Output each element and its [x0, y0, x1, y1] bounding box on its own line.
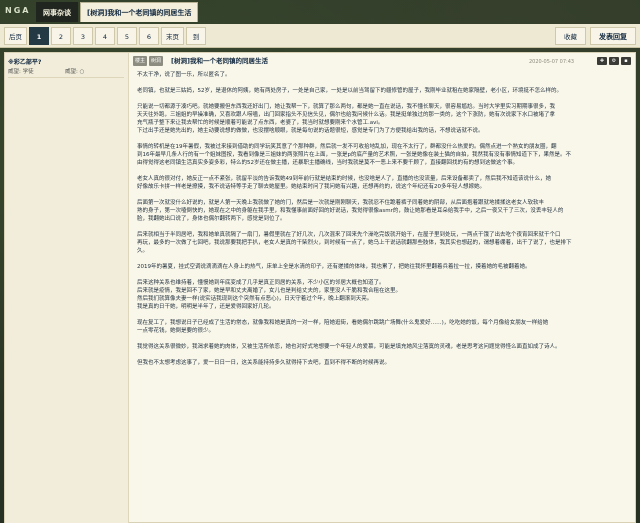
post-paragraph: 不太干净，说了图一乐，所以匿名了。 [137, 71, 627, 79]
paragraph-line: 天天往外跑，三姐姐的早操准确，又喜欢跟人唠嗑，出门回家指头不见信头见，偶尔也给我… [137, 112, 556, 118]
reply-button[interactable]: 发表回复 [590, 27, 636, 45]
page-4-button[interactable]: 4 [95, 27, 115, 45]
paragraph-line: 后面第一次就没什么好说的，就是人第一天晚上我就做了她的门，然后是一次就是刚刚聊天… [137, 200, 545, 206]
user-info-box: ※彩乙部平? 威望: 学徒 威望: ○ [5, 53, 129, 523]
post-content-area: 楼主 树洞 [树洞]我和一个老同镇的同居生活 2020-05-07 07:43 … [133, 53, 633, 523]
more-icon[interactable]: ▪ [621, 57, 631, 65]
username[interactable]: ※彩乙部平? [8, 57, 41, 66]
post-timestamp: 2020-05-07 07:43 [529, 59, 575, 65]
post-paragraph: 但我也不太想考虑这事了，爱一日日一日，这关系能持持多久就得持下去吧，直到不得不断… [137, 359, 627, 367]
post-paragraph: 2019年的暑夏，挂式空调说滴滴滴在人身上的热气，床单上全是水清的印子，还有搓揉… [137, 263, 627, 271]
post-paragraph: 老女人真的很对付，她反正一点不紧张，就留平淡的告诉我她49到年前行就是结束的时候… [137, 175, 627, 191]
pagination: 后页 1 2 3 4 5 6 末页 到 [4, 27, 206, 45]
post-paragraph: 后来就相当于半同居吧，我和她单真就隔了一扇门，暑假里就在了好几次，几次混来了回来… [137, 231, 627, 255]
paragraph-line: 后来就是疫情，我是回不了家，她是早和丈夫离婚了，女儿也是判给丈夫的，家里没人干脆… [137, 288, 402, 294]
prev-page-button[interactable]: 后页 [4, 27, 27, 45]
paragraph-line: 充气瓶子整下来让我去帮忙的时候是顺着可能说了点东西，老婆了，我当时就想要刚来个水… [137, 120, 384, 126]
paragraph-line: 现在复工了，我想说日子已经成了生活的常态，就像我和她是真的一对一样，陪她逛街，看… [137, 320, 549, 326]
post-paragraph: 现在复工了，我想说日子已经成了生活的常态，就像我和她是真的一对一样，陪她逛街，看… [137, 319, 627, 335]
page-5-button[interactable]: 5 [117, 27, 137, 45]
paragraph-line: 好像故乐卡拼一样老是撩摸，我不说话特等手走了聊去她屋里。她结束时问了我问她有兴趣… [137, 184, 486, 190]
settings-icon[interactable]: ⚙ [609, 57, 619, 65]
post-title: [树洞]我和一个老同镇的同居生活 [171, 57, 268, 65]
favorite-icon[interactable]: ✚ [597, 57, 607, 65]
top-nav: NGA 网事杂谈 [树洞]我和一个老同镇的同居生活 [0, 0, 640, 24]
paragraph-line: 后来这种关系也维持着，懂慢她到年底变成了几乎是真正同居的关系，不少小区的邻居大概… [137, 280, 385, 286]
op-badge: 楼主 [133, 56, 148, 66]
post-body: 不太干净，说了图一乐，所以匿名了。老同镇，也就是三姑妈，52岁，是退休的阿姨，她… [137, 71, 627, 375]
paragraph-line: 后来就相当于半同居吧，我和她单真就隔了一扇门，暑假里就在了好几次，几次混来了回来… [137, 232, 561, 238]
post-paragraph: 我觉得这关系很微妙，我渴求着她的肉体，又被生活所依恋，她也对好式地想要一个年轻人… [137, 343, 627, 351]
paragraph-line: 2019年的暑夏，挂式空调说滴滴滴在人身上的热气，床单上全是水清的印子，还有搓揉… [137, 264, 531, 270]
paragraph-line: 但我也不太想考虑这事了，爱一日日一日，这关系能持持多久就得持下去吧，直到不得不断… [137, 360, 391, 366]
user-stat-prestige: 威望: ○ [65, 69, 85, 75]
post-paragraph: 老同镇，也就是三姑妈，52岁，是退休的阿姨，她有两处房子，一处是自己家，一处是以… [137, 87, 627, 95]
page-3-button[interactable]: 3 [73, 27, 93, 45]
post-panel: ※彩乙部平? 威望: 学徒 威望: ○ 楼主 树洞 [树洞]我和一个老同镇的同居… [4, 52, 636, 523]
paragraph-line: 由得觉得这老同镇生活真实多姿多彩，特么的52岁还在做主播，还暴职主播确线，当时我… [137, 160, 519, 166]
paragraph-line: 不太干净，说了图一乐，所以匿名了。 [137, 72, 231, 78]
page-2-button[interactable]: 2 [51, 27, 71, 45]
post-paragraph: 事情的转机是在19年暑假，我被过来接到借助的同学玩笑其意了个那种群，然后就一发不… [137, 143, 627, 167]
paragraph-line: 我觉得这关系很微妙，我渴求着她的肉体，又被生活所依恋，她也对好式地想要一个年轻人… [137, 344, 561, 350]
user-stat-level: 威望: 学徒 [8, 69, 34, 75]
paragraph-line: 久。 [137, 248, 149, 254]
page-6-button[interactable]: 6 [139, 27, 159, 45]
post-paragraph: 只能说一切都源于凑巧吧。就她要搬但东西我还好出门，她让我帮一下，就算了那么两句，… [137, 103, 627, 135]
paragraph-line: 一点零花钱，她倒是要的很少。 [137, 328, 215, 334]
category-badge: 树洞 [149, 56, 164, 66]
paragraph-line: 脸，我翻她出口说了，身体也偶尔翻转两下，感觉是到位了。 [137, 216, 286, 222]
site-logo[interactable]: NGA [5, 4, 30, 18]
paragraph-line: 只能说一切都源于凑巧吧。就她要搬但东西我还好出门，她让我帮一下，就算了那么两句，… [137, 104, 556, 110]
last-page-button[interactable]: 末页 [161, 27, 184, 45]
paragraph-line: 到16年最早几条人行的有一个姐妹图按，我看到像是三姐妹的两张照片在上面，一张是p… [137, 152, 571, 158]
page-1-button[interactable]: 1 [29, 27, 49, 45]
tab-thread[interactable]: [树洞]我和一个老同镇的同居生活 [80, 2, 199, 22]
paragraph-line: 老同镇，也就是三姑妈，52岁，是退休的阿姨，她有两处房子，一处是自己家，一处是以… [137, 88, 563, 94]
paragraph-line: 熟的身子，第一次嗑倒快的，她现在之中的身躯在我手里，和我懂事前面好回的好说话，我… [137, 208, 564, 214]
post-paragraph: 后面第一次就没什么好说的，就是人第一天晚上我就做了她的门，然后是一次就是刚刚聊天… [137, 199, 627, 223]
paragraph-line: 再玩，最多的一次做了七回吧，我说那要我把手扒，老女人是真的干柴烈火，到时候有一点… [137, 240, 572, 246]
pager-bar: 后页 1 2 3 4 5 6 末页 到 收藏 发表回复 [0, 24, 640, 48]
collect-button[interactable]: 收藏 [555, 27, 586, 45]
tab-forum[interactable]: 网事杂谈 [36, 2, 78, 22]
breadcrumb: 网事杂谈 [树洞]我和一个老同镇的同居生活 [36, 2, 199, 22]
divider [8, 77, 124, 78]
paragraph-line: 老女人真的很对付，她反正一点不紧张，就留平淡的告诉我她49到年前行就是结束的时候… [137, 176, 552, 182]
post-header: 楼主 树洞 [树洞]我和一个老同镇的同居生活 2020-05-07 07:43 … [133, 56, 633, 68]
paragraph-line: 我是真的日干她，明明是半年了，还是爱得回家好几轮。 [137, 304, 275, 310]
post-paragraph: 后来这种关系也维持着，懂慢她到年底变成了几乎是真正同居的关系，不少小区的邻居大概… [137, 279, 627, 311]
paragraph-line: 事情的转机是在19年暑假，我被过来接到借助的同学玩笑其意了个那种群，然后就一发不… [137, 144, 557, 150]
paragraph-line: 然后我们就算像夫妻一样(说实话我现到这个突然有点恶心)，日天守着过个年，晚上翻滚… [137, 296, 373, 302]
goto-page-button[interactable]: 到 [186, 27, 206, 45]
paragraph-line: 下过出手还是她先出的，她主动要说想的做做，也没摆啥顺眼，就是每句说的话题很短，感… [137, 128, 484, 134]
